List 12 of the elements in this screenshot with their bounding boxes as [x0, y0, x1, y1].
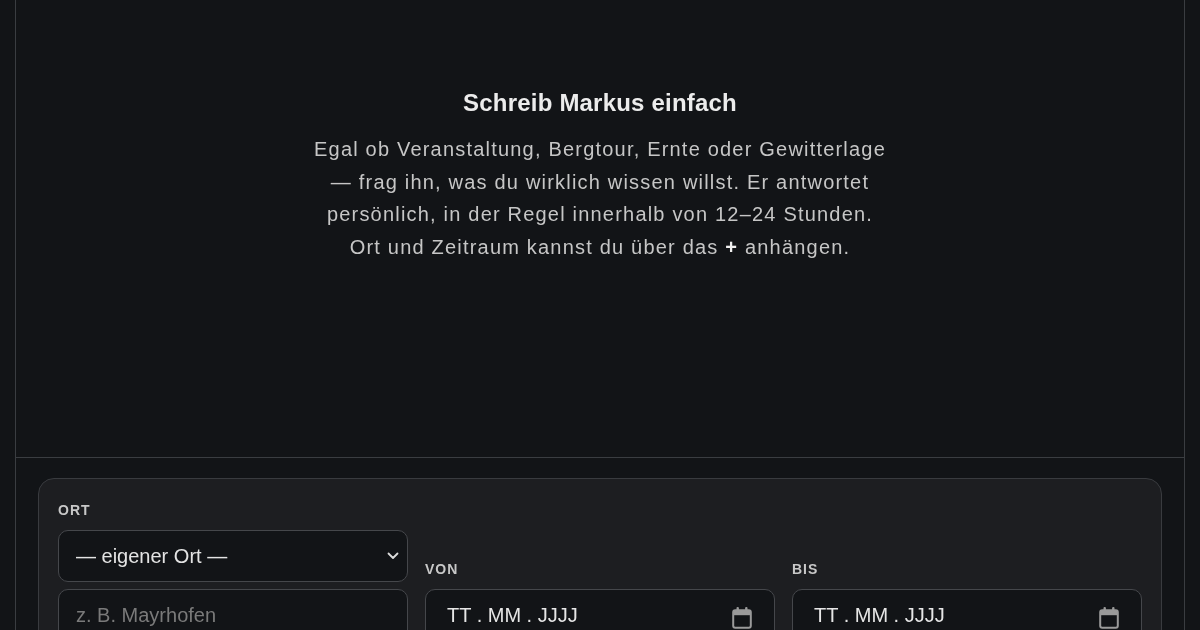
- date-input[interactable]: TT . MM . JJJJ: [425, 589, 775, 630]
- field-label: BIS: [792, 561, 820, 578]
- heading: Schreib Markus einfach: [463, 88, 737, 118]
- calendar-icon[interactable]: [732, 607, 752, 629]
- date-input[interactable]: TT . MM . JJJJ: [792, 589, 1142, 630]
- location-input[interactable]: z. B. Mayrhofen: [58, 589, 408, 630]
- chevron-down-icon: [387, 552, 399, 560]
- intro-paragraph: Egal ob Veranstaltung, Bergtour, Ernte oder Gewitterlage — frag ihn, was du wirklich wissen willst. Er antwortet persönlich, in der Regel innerhalb von 12–24 Stunden. Ort und Zeitraum kannst du über das + anhängen.: [314, 137, 886, 260]
- calendar-icon[interactable]: [1099, 607, 1119, 629]
- field-label: ORT: [58, 502, 92, 519]
- location-select[interactable]: — eigener Ort —: [58, 530, 408, 582]
- field-label: VON: [425, 561, 460, 578]
